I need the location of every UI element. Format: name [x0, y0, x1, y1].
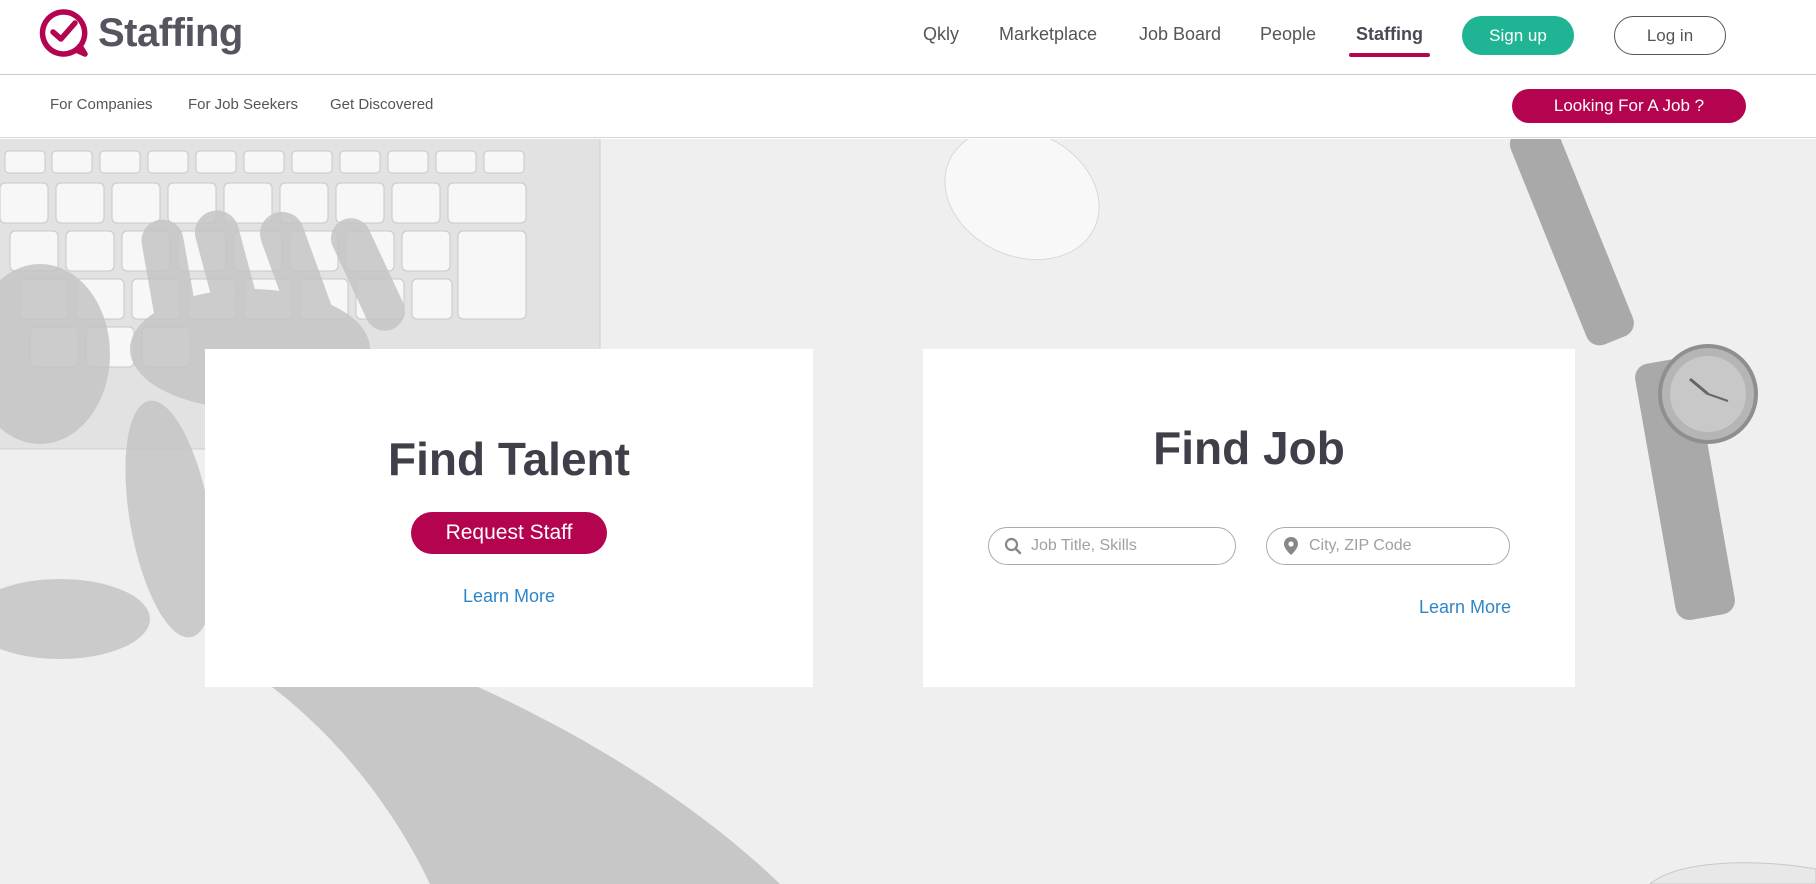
signup-button[interactable]: Sign up	[1462, 16, 1574, 55]
request-staff-button[interactable]: Request Staff	[411, 512, 607, 554]
location-search-field[interactable]	[1266, 527, 1510, 565]
map-pin-icon	[1281, 536, 1301, 556]
looking-for-job-button[interactable]: Looking For A Job ?	[1512, 89, 1746, 123]
top-navbar: Staffing Qkly Marketplace Job Board Peop…	[0, 0, 1816, 75]
job-search-field[interactable]	[988, 527, 1236, 565]
nav-item-staffing[interactable]: Staffing	[1356, 24, 1423, 45]
location-input[interactable]	[1309, 537, 1489, 555]
search-icon	[1003, 536, 1023, 556]
nav-item-job-board[interactable]: Job Board	[1139, 24, 1221, 45]
find-talent-title: Find Talent	[388, 433, 630, 485]
subnav-for-job-seekers[interactable]: For Job Seekers	[188, 96, 298, 113]
job-title-input[interactable]	[1031, 537, 1211, 555]
find-job-title: Find Job	[1153, 422, 1345, 474]
nav-item-people[interactable]: People	[1260, 24, 1316, 45]
nav-item-marketplace[interactable]: Marketplace	[999, 24, 1097, 45]
subnav-for-companies[interactable]: For Companies	[50, 96, 153, 113]
find-job-card: Find Job Learn More	[923, 349, 1575, 687]
login-button[interactable]: Log in	[1614, 16, 1726, 55]
sub-navbar: For Companies For Job Seekers Get Discov…	[0, 76, 1816, 138]
find-talent-card: Find Talent Request Staff Learn More	[205, 349, 813, 687]
subnav-get-discovered[interactable]: Get Discovered	[330, 96, 433, 113]
active-nav-indicator	[1349, 53, 1430, 57]
nav-item-qkly[interactable]: Qkly	[923, 24, 959, 45]
talent-learn-more-link[interactable]: Learn More	[463, 586, 555, 607]
job-learn-more-link[interactable]: Learn More	[1419, 597, 1511, 618]
